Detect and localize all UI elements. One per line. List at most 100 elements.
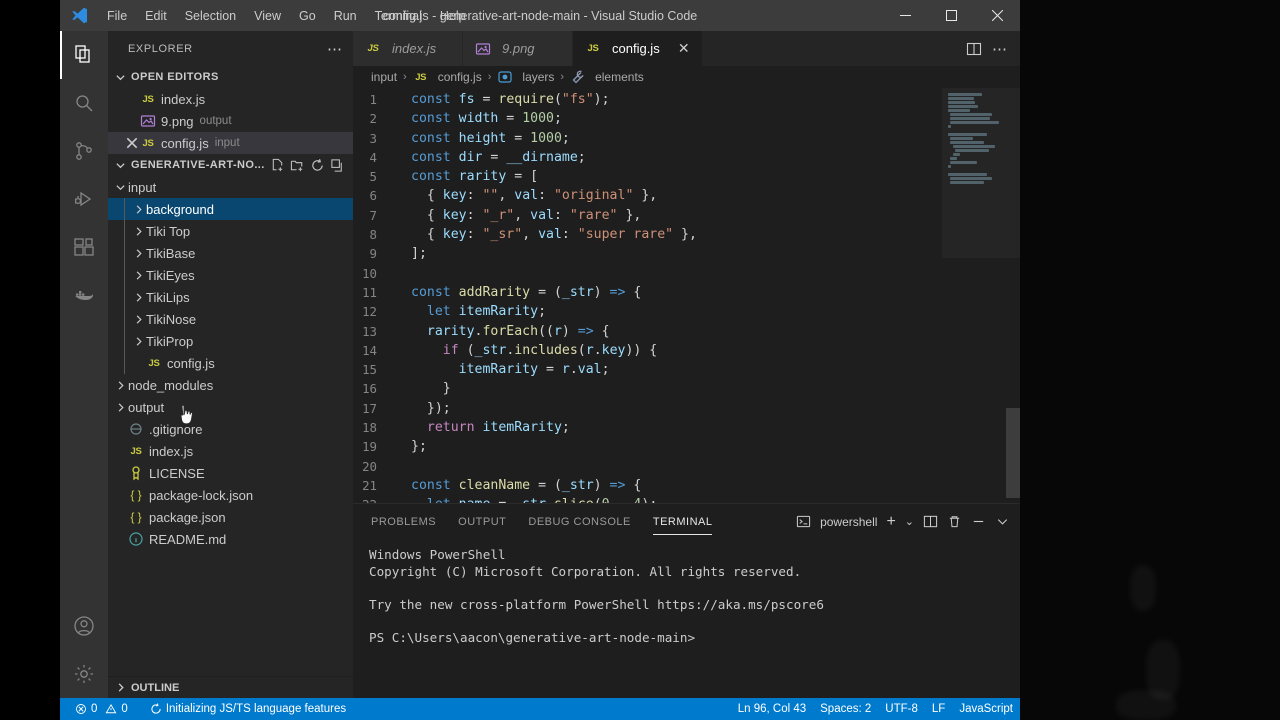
code-line[interactable]: 8 { key: "_sr", val: "super rare" }, xyxy=(353,225,942,244)
code-line[interactable]: 13 rarity.forEach((r) => { xyxy=(353,322,942,341)
tree-item-license[interactable]: LICENSE xyxy=(108,462,353,484)
editor-tab-actions[interactable]: ⋯ xyxy=(954,31,1020,66)
workspace-actions[interactable] xyxy=(270,158,353,173)
editor-content[interactable]: 1 const fs = require("fs"); 2 const width =… xyxy=(353,88,1020,503)
docker-icon[interactable] xyxy=(60,271,108,319)
source-control-icon[interactable] xyxy=(60,127,108,175)
code-line[interactable]: 1 const fs = require("fs"); xyxy=(353,90,942,109)
terminal-output[interactable]: Windows PowerShell Copyright (C) Microso… xyxy=(353,539,1020,698)
window-controls[interactable] xyxy=(882,0,1020,31)
terminal-shell-name[interactable]: powershell xyxy=(820,515,877,529)
new-file-icon[interactable] xyxy=(270,158,285,173)
chevron-down-icon[interactable] xyxy=(112,179,128,195)
file-tree[interactable]: input background Tiki Top TikiBase TikiEyes T… xyxy=(108,176,353,676)
menu-file[interactable]: File xyxy=(98,5,136,27)
code-line[interactable]: 20 xyxy=(353,457,942,476)
code-line[interactable]: 9]; xyxy=(353,244,942,263)
status-problems[interactable]: 0 0 xyxy=(68,698,135,720)
search-icon[interactable] xyxy=(60,79,108,127)
panel-tabs[interactable]: PROBLEMS OUTPUT DEBUG CONSOLE TERMINAL p… xyxy=(353,504,1020,539)
code-line[interactable]: 11 const addRarity = (_str) => { xyxy=(353,283,942,302)
breadcrumb-config-js[interactable]: JS config.js xyxy=(413,69,482,85)
chevron-right-icon[interactable] xyxy=(130,333,146,349)
menu-view[interactable]: View xyxy=(245,5,290,27)
menu-bar[interactable]: File Edit Selection View Go Run Terminal… xyxy=(98,5,475,27)
close-icon[interactable] xyxy=(124,135,140,151)
code-line[interactable]: 10 xyxy=(353,264,942,283)
tab-debug-console[interactable]: DEBUG CONSOLE xyxy=(528,504,630,539)
code-line[interactable]: 12 let itemRarity; xyxy=(353,302,942,321)
tab-9-png[interactable]: 9.png xyxy=(463,31,573,66)
more-actions-icon[interactable]: ⋯ xyxy=(992,40,1008,58)
maximize-button[interactable] xyxy=(928,0,974,31)
split-editor-icon[interactable] xyxy=(966,41,982,57)
status-cursor-position[interactable]: Ln 96, Col 43 xyxy=(731,698,813,720)
tree-item-index-js[interactable]: JS index.js xyxy=(108,440,353,462)
tree-item-tikibase[interactable]: TikiBase xyxy=(108,242,353,264)
code-line[interactable]: 2 const width = 1000; xyxy=(353,109,942,128)
outline-section-header[interactable]: OUTLINE xyxy=(108,676,353,698)
breadcrumb-layers[interactable]: layers xyxy=(497,69,554,85)
refresh-icon[interactable] xyxy=(310,158,325,173)
close-panel-icon[interactable] xyxy=(995,514,1010,529)
sidebar-more-actions-icon[interactable]: ⋯ xyxy=(327,40,343,58)
settings-gear-icon[interactable] xyxy=(60,650,108,698)
code-line[interactable]: 4 const dir = __dirname; xyxy=(353,148,942,167)
collapse-all-icon[interactable] xyxy=(330,158,345,173)
run-and-debug-icon[interactable] xyxy=(60,175,108,223)
tab-index-js[interactable]: JS index.js xyxy=(353,31,463,66)
chevron-right-icon[interactable] xyxy=(130,245,146,261)
code-line[interactable]: 18 return itemRarity; xyxy=(353,418,942,437)
open-editor-index-js[interactable]: JS index.js xyxy=(108,88,353,110)
code-line[interactable]: 19}; xyxy=(353,437,942,456)
chevron-right-icon[interactable] xyxy=(112,399,128,415)
split-terminal-icon[interactable] xyxy=(923,514,938,529)
code-area[interactable]: 1 const fs = require("fs"); 2 const width =… xyxy=(353,88,942,503)
menu-go[interactable]: Go xyxy=(290,5,325,27)
chevron-right-icon[interactable] xyxy=(130,223,146,239)
tree-item-background[interactable]: background xyxy=(108,198,353,220)
code-line[interactable]: 17 }); xyxy=(353,399,942,418)
explorer-icon[interactable] xyxy=(60,31,108,79)
chevron-right-icon[interactable] xyxy=(112,377,128,393)
tree-item-tikilips[interactable]: TikiLips xyxy=(108,286,353,308)
tab-close-icon[interactable]: ✕ xyxy=(676,40,692,57)
workspace-section-header[interactable]: GENERATIVE-ART-NO... xyxy=(108,154,353,176)
tree-item-tikiprop[interactable]: TikiProp xyxy=(108,330,353,352)
menu-help[interactable]: Help xyxy=(431,5,475,27)
open-editor-9-png[interactable]: 9.png output xyxy=(108,110,353,132)
tree-item-node-modules[interactable]: node_modules xyxy=(108,374,353,396)
code-line[interactable]: 5 const rarity = [ xyxy=(353,167,942,186)
chevron-right-icon[interactable] xyxy=(130,311,146,327)
chevron-right-icon[interactable] xyxy=(130,267,146,283)
tab-terminal[interactable]: TERMINAL xyxy=(652,504,713,539)
tree-item-readme-md[interactable]: README.md xyxy=(108,528,353,550)
breadcrumb-elements[interactable]: elements xyxy=(570,69,644,85)
code-line[interactable]: 6 { key: "", val: "original" }, xyxy=(353,186,942,205)
chevron-right-icon[interactable] xyxy=(130,289,146,305)
code-line[interactable]: 22 let name = _str.slice(0, -4); xyxy=(353,495,942,503)
breadcrumb[interactable]: input › JS config.js › layers › elements xyxy=(353,66,1020,88)
status-eol[interactable]: LF xyxy=(925,698,952,720)
chevron-down-icon[interactable]: ⌄ xyxy=(905,515,914,528)
tree-item-input[interactable]: input xyxy=(108,176,353,198)
breadcrumb-input[interactable]: input xyxy=(371,70,397,84)
status-encoding[interactable]: UTF-8 xyxy=(878,698,925,720)
code-line[interactable]: 3 const height = 1000; xyxy=(353,129,942,148)
menu-selection[interactable]: Selection xyxy=(176,5,245,27)
scrollbar-thumb[interactable] xyxy=(1006,408,1020,498)
code-line[interactable]: 7 { key: "_r", val: "rare" }, xyxy=(353,206,942,225)
close-button[interactable] xyxy=(974,0,1020,31)
tree-item-package-json[interactable]: { } package.json xyxy=(108,506,353,528)
tree-item-config-js[interactable]: JS config.js xyxy=(108,352,353,374)
editor-scrollbar[interactable] xyxy=(1006,88,1020,503)
tree-item-package-lock-json[interactable]: { } package-lock.json xyxy=(108,484,353,506)
tree-item-tiki-top[interactable]: Tiki Top xyxy=(108,220,353,242)
new-terminal-icon[interactable]: + xyxy=(886,513,895,531)
minimize-panel-icon[interactable] xyxy=(971,514,986,529)
panel-actions[interactable]: powershell + ⌄ xyxy=(796,513,1020,531)
code-line[interactable]: 14 if (_str.includes(r.key)) { xyxy=(353,341,942,360)
open-editors-section-header[interactable]: OPEN EDITORS xyxy=(108,66,353,88)
tab-output[interactable]: OUTPUT xyxy=(458,504,506,539)
tree-item-gitignore[interactable]: .gitignore xyxy=(108,418,353,440)
